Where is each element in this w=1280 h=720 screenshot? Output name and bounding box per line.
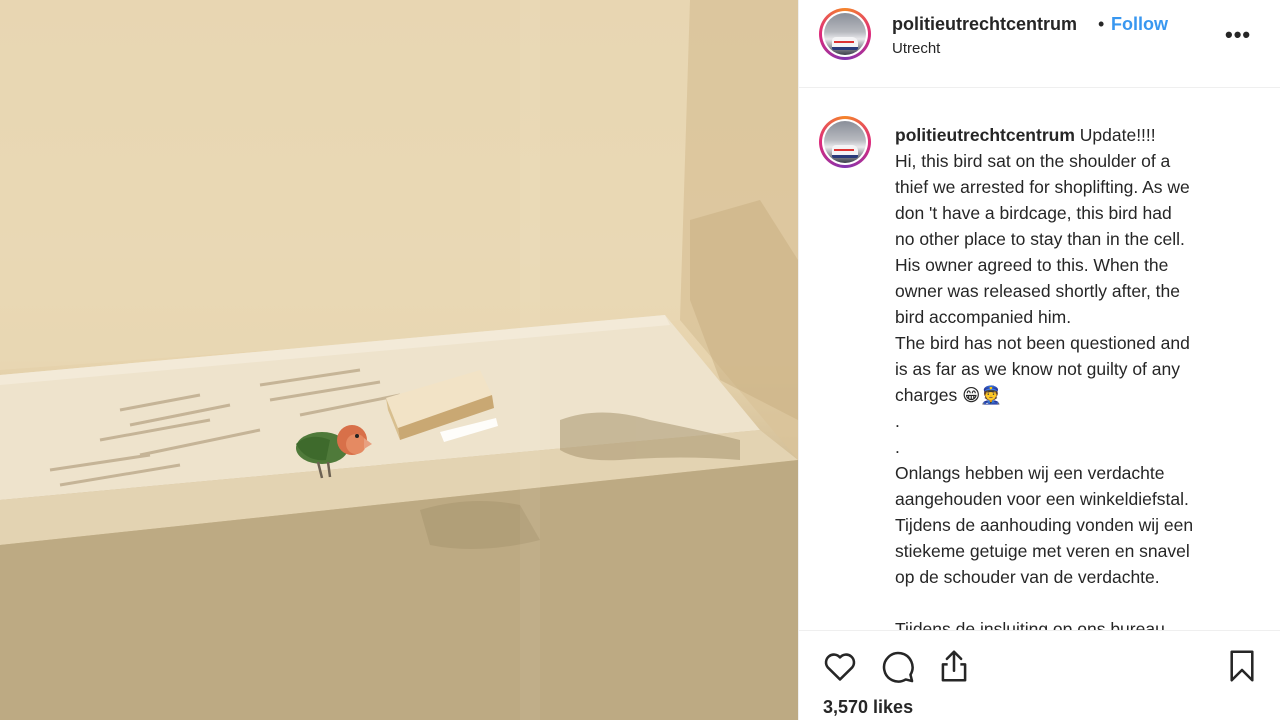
caption-line: Hi, this bird sat on the shoulder of a [895, 151, 1171, 171]
username-link[interactable]: politieutrechtcentrum [892, 14, 1077, 35]
post-header: politieutrechtcentrum • Follow Utrecht •… [799, 0, 1280, 88]
caption-line: don 't have a birdcage, this bird had [895, 203, 1172, 223]
caption-line: stiekeme getuige met veren en snavel [895, 541, 1190, 561]
caption-first-line: Update!!!! [1079, 125, 1156, 145]
comment-icon[interactable] [878, 647, 916, 690]
share-icon[interactable] [935, 647, 973, 690]
caption-line: Onlangs hebben wij een verdachte [895, 463, 1165, 483]
avatar[interactable] [819, 8, 871, 60]
caption-line: owner was released shortly after, the [895, 281, 1181, 301]
caption-avatar[interactable] [819, 116, 871, 168]
heart-icon[interactable] [821, 647, 859, 690]
caption-line: charges 😁👮 [895, 385, 1003, 405]
caption-line: no other place to stay than in the cell. [895, 229, 1185, 249]
location-link[interactable]: Utrecht [892, 40, 940, 57]
caption-line: thief we arrested for shoplifting. As we [895, 177, 1190, 197]
caption-line: bird accompanied him. [895, 307, 1072, 327]
caption-area[interactable]: politieutrechtcentrum Update!!!! Hi, thi… [799, 88, 1280, 630]
bookmark-icon[interactable] [1223, 647, 1261, 690]
caption-line: . [895, 411, 900, 431]
caption-line: aangehouden voor een winkeldiefstal. [895, 489, 1189, 509]
post-actions: 3,570 likes [799, 630, 1280, 720]
caption-line: The bird has not been questioned and [895, 333, 1190, 353]
caption-line: is as far as we know not guilty of any [895, 359, 1180, 379]
caption-line: op de schouder van de verdachte. [895, 567, 1160, 587]
caption-line: Tijdens de insluiting op ons bureau [895, 619, 1165, 630]
post-side-panel: politieutrechtcentrum • Follow Utrecht •… [798, 0, 1280, 720]
photo-scene [0, 0, 798, 720]
follow-button[interactable]: Follow [1111, 14, 1168, 35]
more-options-icon[interactable]: ••• [1225, 22, 1251, 48]
caption-line: Tijdens de aanhouding vonden wij een [895, 515, 1194, 535]
caption-line: His owner agreed to this. When the [895, 255, 1169, 275]
post-photo[interactable] [0, 0, 798, 720]
caption-line: . [895, 437, 900, 457]
separator-dot: • [1098, 14, 1105, 34]
caption-text: politieutrechtcentrum Update!!!! Hi, thi… [895, 122, 1255, 630]
likes-count[interactable]: 3,570 likes [823, 697, 913, 718]
caption-username[interactable]: politieutrechtcentrum [895, 125, 1075, 145]
